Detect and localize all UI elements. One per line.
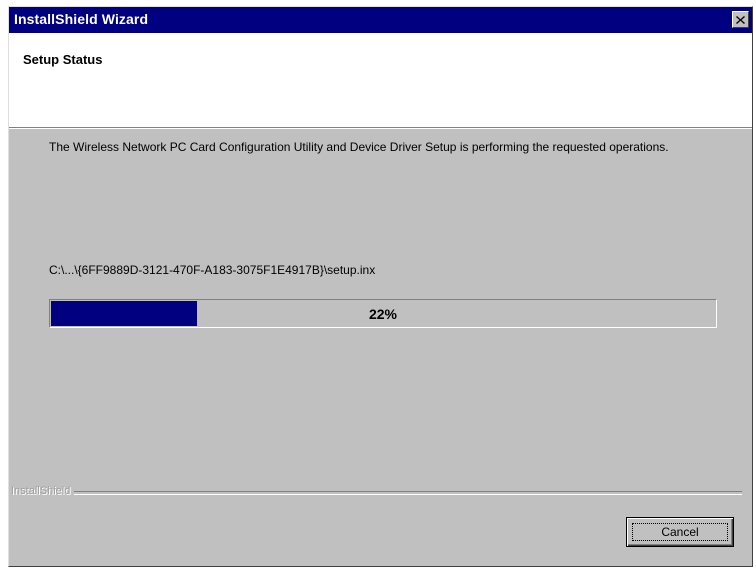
progress-bar: 22%: [49, 299, 717, 328]
close-icon: [736, 15, 745, 24]
page-title: Setup Status: [23, 52, 103, 67]
close-button[interactable]: [732, 11, 749, 28]
progress-percent-label: 22%: [368, 305, 398, 322]
installshield-brand-label: InstallShield: [11, 485, 75, 497]
installshield-wizard-window: InstallShield Wizard Setup Status The Wi…: [8, 6, 753, 567]
header-divider: [9, 128, 752, 129]
footer-divider: [11, 491, 742, 495]
status-description: The Wireless Network PC Card Configurati…: [49, 140, 669, 154]
cancel-button-label: Cancel: [632, 523, 728, 541]
title-bar[interactable]: InstallShield Wizard: [9, 7, 752, 33]
cancel-button[interactable]: Cancel: [626, 517, 734, 547]
current-file-path: C:\...\{6FF9889D-3121-470F-A183-3075F1E4…: [49, 263, 376, 277]
header-panel: Setup Status: [9, 33, 752, 128]
window-title: InstallShield Wizard: [14, 11, 149, 27]
